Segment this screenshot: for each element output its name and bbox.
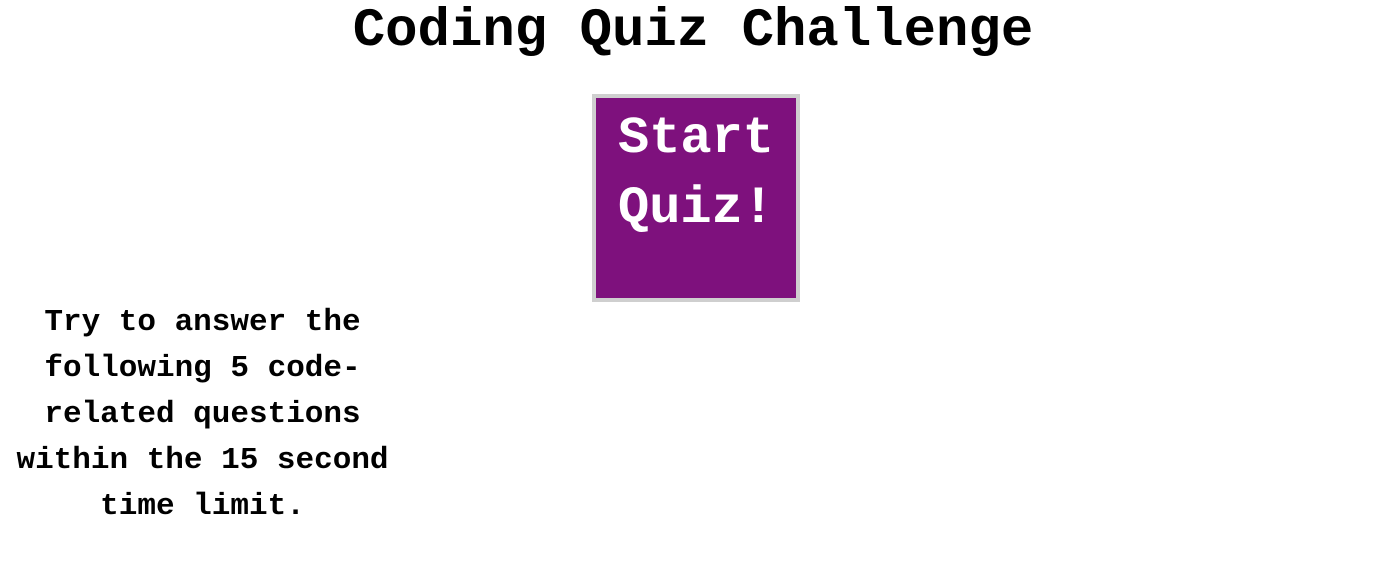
start-quiz-button[interactable]: Start Quiz! [592,94,800,302]
quiz-page: Coding Quiz Challenge Start Quiz! Try to… [0,0,1386,588]
quiz-instructions: Try to answer the following 5 code-relat… [16,305,389,524]
page-title: Coding Quiz Challenge [352,1,1034,62]
